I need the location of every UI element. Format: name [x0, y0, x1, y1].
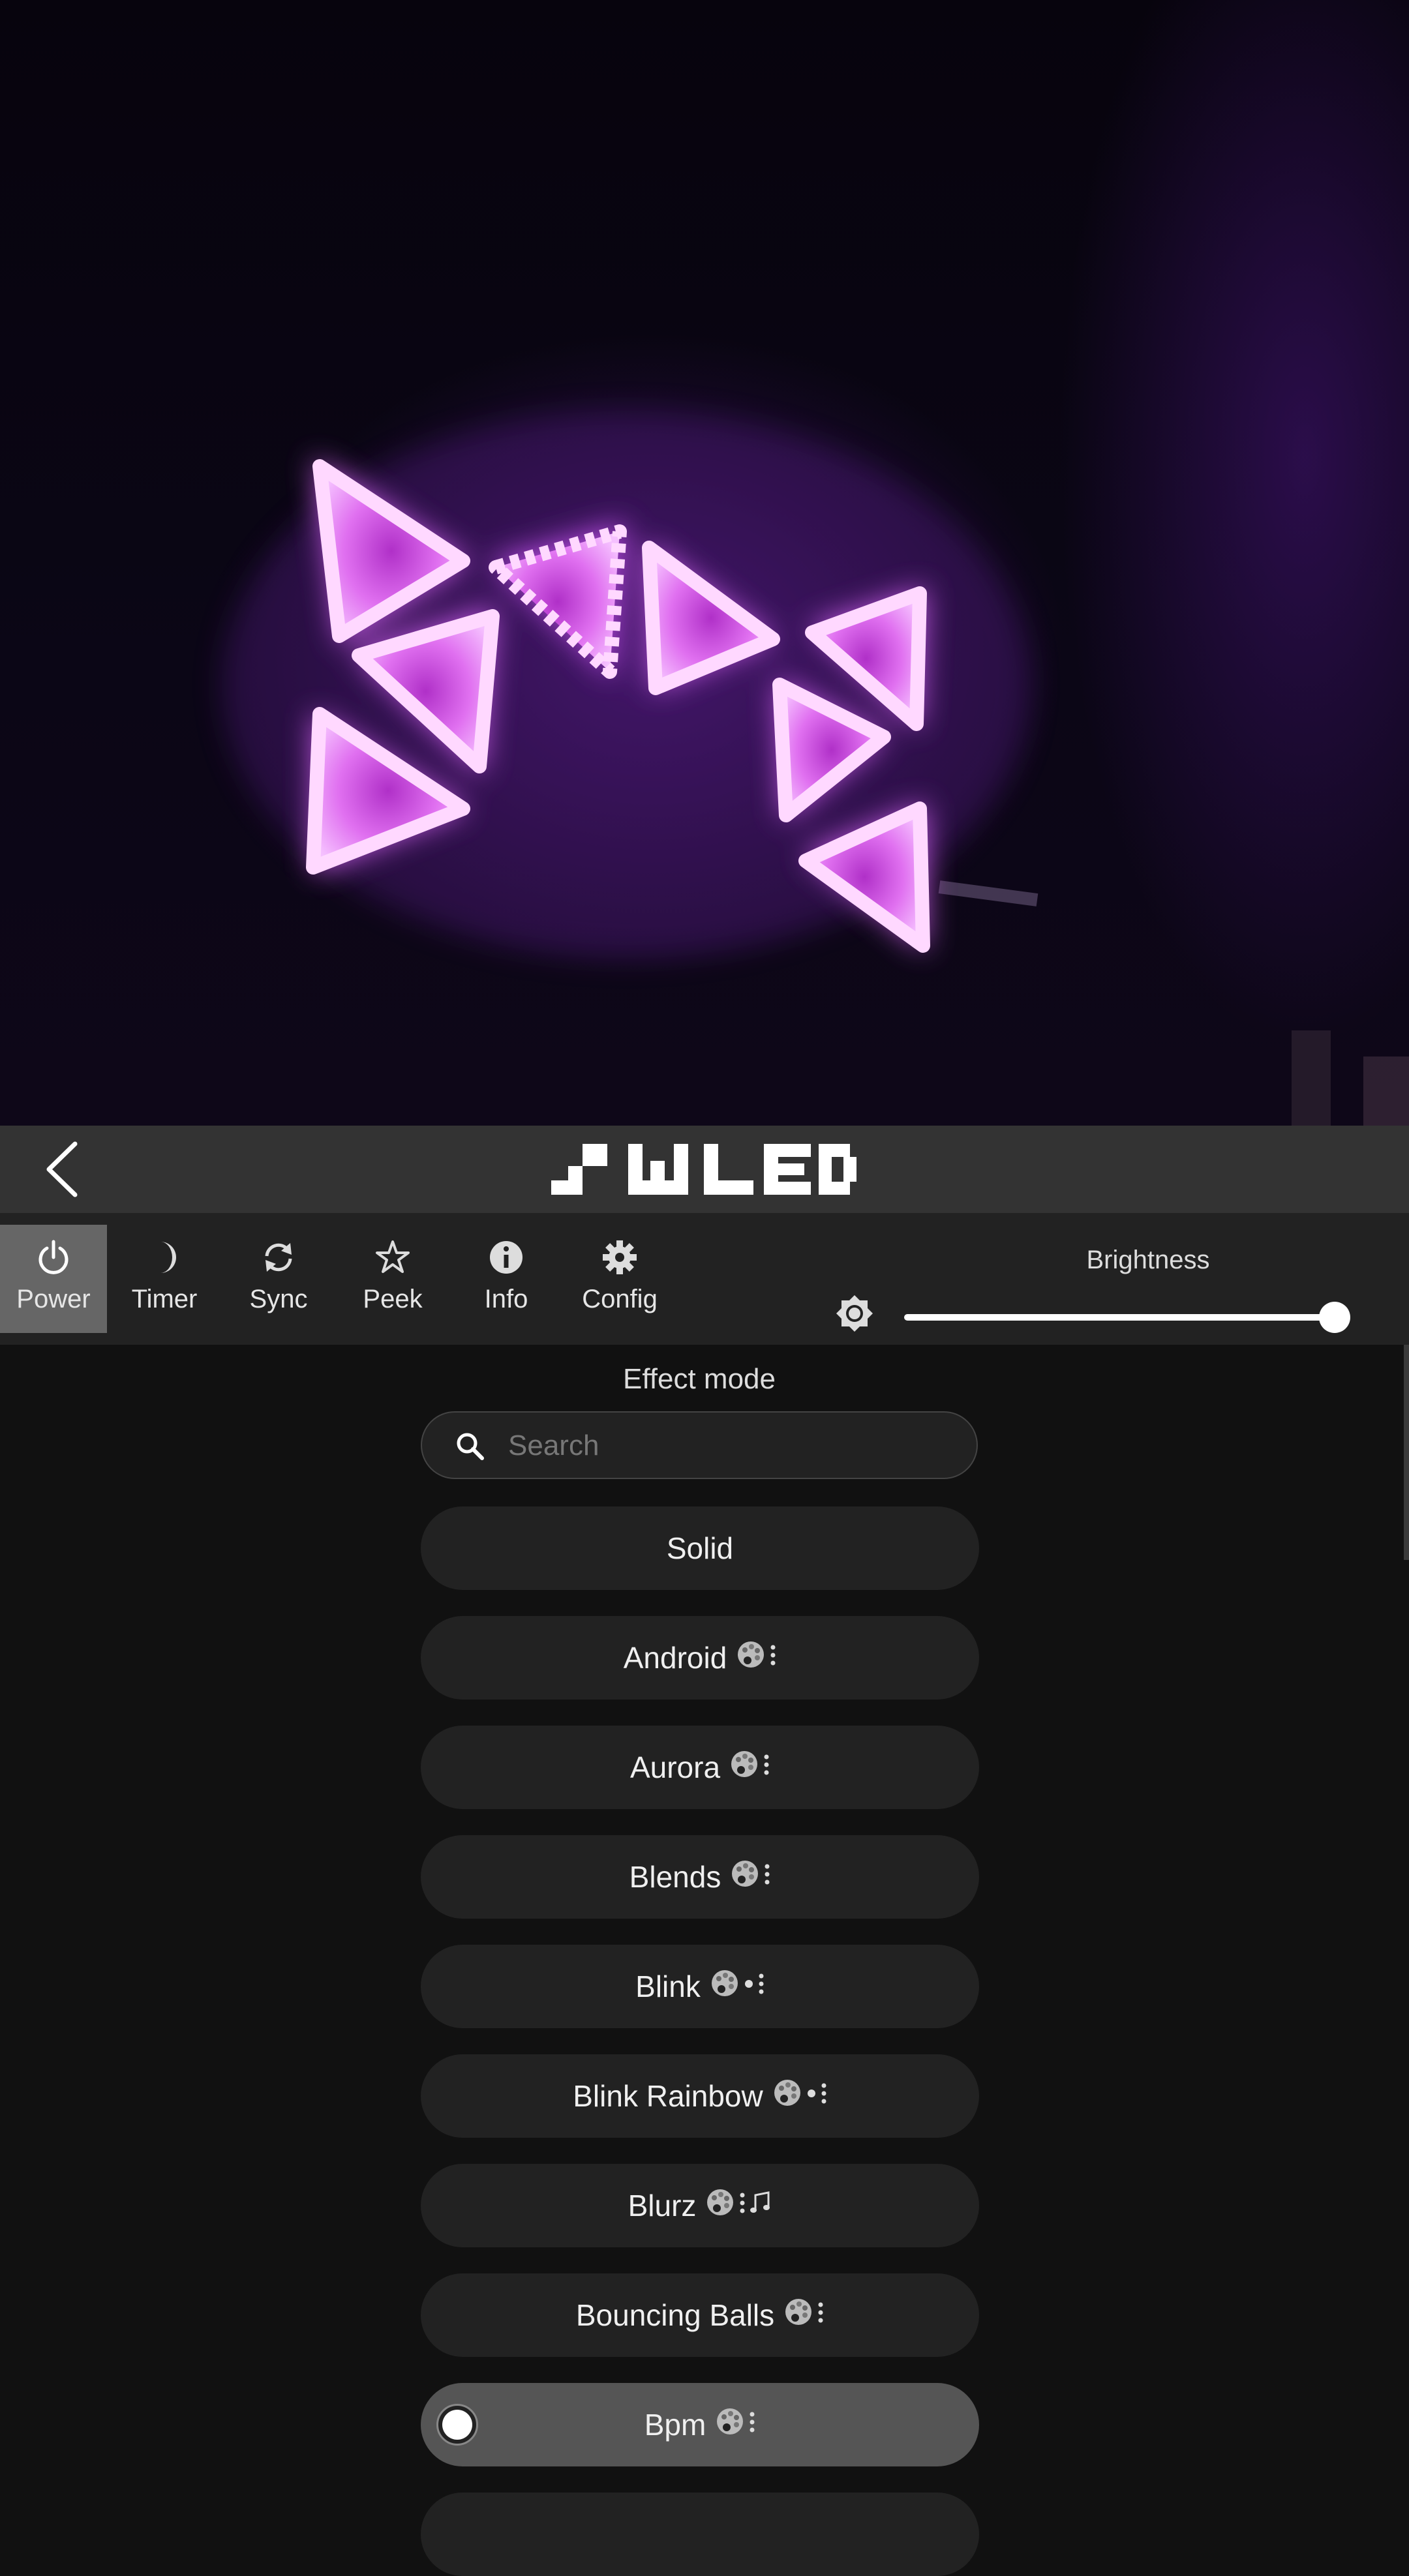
dots-icon — [821, 2078, 827, 2114]
search-icon — [457, 1433, 484, 1460]
peek-label: Peek — [363, 1285, 423, 1313]
moon-icon — [160, 1242, 176, 1273]
palette-icon — [772, 2078, 802, 2115]
dots-icon — [770, 1640, 776, 1675]
dots-icon — [763, 1750, 770, 1785]
effect-flags — [772, 2078, 827, 2115]
timer-label: Timer — [131, 1285, 198, 1313]
effect-item-label: Blurz — [628, 2189, 697, 2223]
effect-item-aurora[interactable]: Aurora — [421, 1726, 979, 1809]
effect-item-bpm[interactable]: Bpm — [421, 2383, 979, 2466]
brightness-slider-track[interactable] — [904, 1314, 1335, 1321]
sync-button[interactable]: Sync — [225, 1225, 332, 1333]
music-icon — [750, 2188, 772, 2223]
power-button[interactable]: Power — [0, 1225, 107, 1333]
star-icon — [376, 1240, 410, 1273]
brightness-label: Brightness — [1086, 1246, 1210, 1274]
bullet-icon — [744, 1969, 754, 2004]
effect-item-label: Blink — [635, 1969, 701, 2003]
effect-flags — [705, 2187, 772, 2224]
palette-icon — [710, 1968, 740, 2005]
sync-icon — [265, 1243, 292, 1272]
effect-mode-title: Effect mode — [623, 1363, 776, 1395]
dots-icon — [817, 2298, 824, 2333]
effect-item-label: Aurora — [629, 1750, 721, 1784]
power-icon — [38, 1240, 68, 1274]
scrollbar[interactable] — [1404, 1345, 1409, 1560]
effect-item-blurz[interactable]: Blurz — [421, 2164, 979, 2247]
effect-search-input[interactable] — [507, 1426, 953, 1466]
palette-icon — [705, 2187, 735, 2224]
timer-button[interactable]: Timer — [111, 1225, 218, 1333]
effect-item-blink-rainbow[interactable]: Blink Rainbow — [421, 2054, 979, 2138]
effect-item-label: Blends — [629, 1860, 721, 1894]
power-label: Power — [16, 1285, 91, 1313]
back-button[interactable] — [33, 1139, 91, 1200]
effect-item-label: Bouncing Balls — [575, 2298, 775, 2332]
info-label: Info — [484, 1285, 528, 1313]
dots-icon — [739, 2188, 746, 2223]
palette-icon — [715, 2406, 745, 2444]
effect-search-box[interactable] — [421, 1411, 978, 1479]
config-button[interactable]: Config — [566, 1225, 673, 1333]
effect-flags — [736, 1640, 776, 1677]
effects-panel: Effect mode Solid Android Aurora Blends Blin… — [0, 1345, 1409, 2576]
effect-item-label: Solid — [666, 1531, 734, 1565]
peek-button[interactable]: Peek — [339, 1225, 446, 1333]
gear-icon — [603, 1240, 637, 1274]
effect-item-blends[interactable]: Blends — [421, 1835, 979, 1919]
effect-item-label: Bpm — [644, 2408, 706, 2442]
led-panels-image — [222, 411, 1409, 1126]
palette-icon — [736, 1640, 766, 1677]
dots-icon — [764, 1859, 770, 1895]
brightness-slider[interactable] — [904, 1302, 1350, 1333]
effect-item-blink[interactable]: Blink — [421, 1945, 979, 2028]
dots-icon — [758, 1969, 765, 2004]
palette-icon — [783, 2297, 813, 2334]
info-icon — [490, 1241, 523, 1274]
effect-item-bouncing-balls[interactable]: Bouncing Balls — [421, 2273, 979, 2357]
sync-label: Sync — [249, 1285, 308, 1313]
config-label: Config — [582, 1285, 658, 1313]
brightness-slider-knob[interactable] — [1319, 1302, 1350, 1333]
bullet-icon — [806, 2078, 817, 2114]
radio-dot — [442, 2410, 472, 2440]
wled-logo-icon — [551, 1144, 856, 1195]
effect-flags — [730, 1859, 770, 1896]
brightness-sun-icon — [835, 1294, 874, 1333]
effect-item-solid[interactable]: Solid — [421, 1506, 979, 1590]
dots-icon — [749, 2407, 755, 2442]
app-header — [0, 1126, 1409, 1213]
toolbar: Power Timer Sync Peek Info Config Bright… — [0, 1213, 1409, 1345]
camera-photo — [0, 0, 1409, 1126]
palette-icon — [730, 1859, 760, 1896]
effect-item-label: Android — [623, 1641, 727, 1675]
effect-flags — [715, 2406, 755, 2444]
effect-selected-radio[interactable] — [436, 2404, 478, 2446]
effect-flags — [729, 1749, 770, 1786]
info-button[interactable]: Info — [453, 1225, 560, 1333]
effect-item-android[interactable]: Android — [421, 1616, 979, 1700]
chevron-left-icon — [46, 1141, 78, 1197]
wled-logo — [551, 1141, 858, 1197]
effect-item-next[interactable] — [421, 2493, 979, 2576]
effect-item-label: Blink Rainbow — [573, 2079, 763, 2113]
effect-flags — [710, 1968, 765, 2005]
effect-flags — [783, 2297, 824, 2334]
palette-icon — [729, 1749, 759, 1786]
